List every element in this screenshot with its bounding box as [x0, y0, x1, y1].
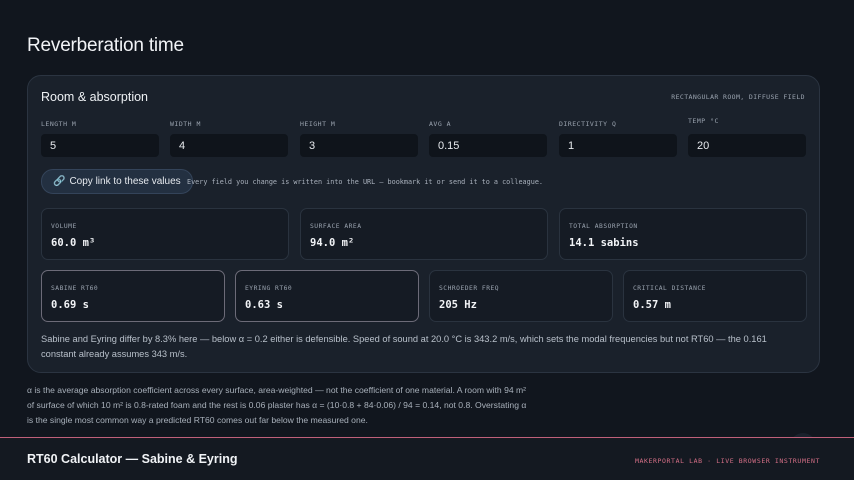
- length-field: LENGTH M: [41, 120, 159, 157]
- width-input[interactable]: [170, 134, 288, 157]
- directivity-input[interactable]: [559, 134, 677, 157]
- stat-label: SURFACE AREA: [310, 223, 362, 230]
- length-label: LENGTH M: [41, 120, 77, 128]
- width-label: WIDTH M: [170, 120, 201, 128]
- stat-value: 0.57 m: [633, 299, 671, 311]
- stat-surface-area: SURFACE AREA 94.0 m²: [300, 208, 548, 260]
- card-title: Room & absorption: [41, 90, 149, 104]
- height-input[interactable]: [300, 134, 418, 157]
- stat-total-absorption: TOTAL ABSORPTION 14.1 sabins: [559, 208, 807, 260]
- summary-text: Sabine and Eyring differ by 8.3% here — …: [41, 334, 767, 359]
- stat-value: 94.0 m²: [310, 237, 355, 249]
- stat-value: 0.69 s: [51, 299, 89, 311]
- stat-value: 60.0 m³: [51, 237, 96, 249]
- stat-value: 205 Hz: [439, 299, 477, 311]
- copy-link-label: Copy link to these values: [69, 176, 181, 187]
- link-icon: 🔗: [53, 176, 66, 187]
- stat-label: VOLUME: [51, 223, 77, 230]
- stat-sabine-rt60: SABINE RT60 0.69 s: [41, 270, 225, 322]
- stat-label: EYRING RT60: [245, 285, 293, 292]
- copy-note: Every field you change is written into t…: [187, 178, 544, 186]
- stat-value: 14.1 sabins: [569, 237, 639, 249]
- stat-label: CRITICAL DISTANCE: [633, 285, 706, 292]
- stat-schroeder-freq: SCHROEDER FREQ 205 Hz: [429, 270, 613, 322]
- temp-field: TEMP °C: [688, 117, 806, 157]
- room-absorption-card: Room & absorption RECTANGULAR ROOM, DIFF…: [27, 75, 820, 373]
- avg-alpha-field: AVG Α: [429, 120, 547, 157]
- alpha-explanation: α is the average absorption coefficient …: [27, 385, 527, 425]
- avg-alpha-label: AVG Α: [429, 120, 452, 128]
- directivity-field: DIRECTIVITY Q: [559, 120, 677, 157]
- temp-label: TEMP °C: [688, 117, 719, 125]
- stat-label: SABINE RT60: [51, 285, 99, 292]
- stat-label: SCHROEDER FREQ: [439, 285, 500, 292]
- height-field: HEIGHT M: [300, 120, 418, 157]
- height-label: HEIGHT M: [300, 120, 336, 128]
- stat-label: TOTAL ABSORPTION: [569, 223, 638, 230]
- width-field: WIDTH M: [170, 120, 288, 157]
- page-title: Reverberation time: [27, 35, 184, 56]
- temp-input[interactable]: [688, 134, 806, 157]
- stat-eyring-rt60: EYRING RT60 0.63 s: [235, 270, 419, 322]
- avg-alpha-input[interactable]: [429, 134, 547, 157]
- length-input[interactable]: [41, 134, 159, 157]
- stat-value: 0.63 s: [245, 299, 283, 311]
- card-tag: RECTANGULAR ROOM, DIFFUSE FIELD: [671, 93, 805, 101]
- footer: RT60 Calculator — Sabine & Eyring MAKERP…: [0, 437, 854, 480]
- stat-volume: VOLUME 60.0 m³: [41, 208, 289, 260]
- footer-title: RT60 Calculator — Sabine & Eyring: [27, 452, 238, 466]
- footer-brand: MAKERPORTAL LAB · LIVE BROWSER INSTRUMEN…: [634, 457, 820, 465]
- copy-link-button[interactable]: 🔗 Copy link to these values: [41, 169, 193, 194]
- directivity-label: DIRECTIVITY Q: [559, 120, 617, 128]
- stat-critical-distance: CRITICAL DISTANCE 0.57 m: [623, 270, 807, 322]
